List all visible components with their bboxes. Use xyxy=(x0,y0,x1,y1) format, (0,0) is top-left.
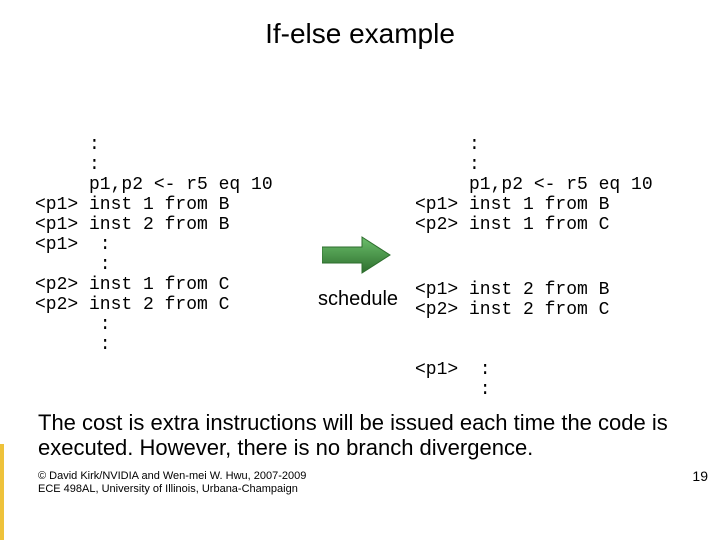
arrow-icon xyxy=(322,235,392,275)
page-title: If-else example xyxy=(0,18,720,50)
code-block-scheduled-mid: <p1> inst 2 from B <p2> inst 2 from C xyxy=(415,280,609,320)
code-block-scheduled-top: : : p1,p2 <- r5 eq 10 <p1> inst 1 from B… xyxy=(415,135,653,235)
credit-text: © David Kirk/NVIDIA and Wen-mei W. Hwu, … xyxy=(38,470,306,496)
code-block-original: : : p1,p2 <- r5 eq 10 <p1> inst 1 from B… xyxy=(35,135,273,355)
page-number: 19 xyxy=(692,468,708,484)
code-block-scheduled-tail: <p1> : : xyxy=(415,360,491,400)
accent-bar xyxy=(0,444,4,540)
schedule-label: schedule xyxy=(318,288,398,311)
conclusion-text: The cost is extra instructions will be i… xyxy=(38,410,708,461)
